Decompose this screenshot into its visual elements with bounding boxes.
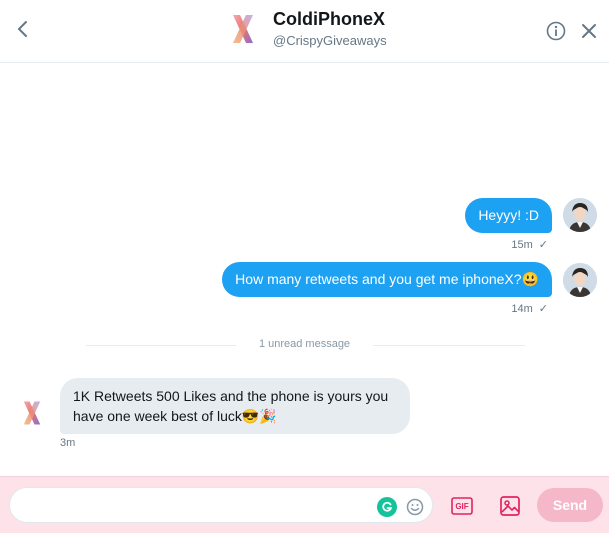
message-composer: GIF Send	[0, 476, 609, 533]
grammarly-button[interactable]	[377, 497, 397, 517]
conversation-handle[interactable]: @CrispyGiveaways	[273, 33, 387, 48]
user-avatar-image	[563, 198, 597, 232]
user-avatar[interactable]	[563, 198, 597, 232]
message-timestamp: 15m	[511, 239, 533, 251]
send-button[interactable]: Send	[537, 488, 603, 522]
back-button[interactable]	[10, 16, 36, 42]
close-button[interactable]	[578, 20, 600, 42]
message-timestamp: 3m	[60, 437, 76, 449]
user-avatar-image	[563, 263, 597, 297]
conversation-avatar[interactable]	[226, 12, 260, 46]
sent-check-icon: ✓	[538, 239, 548, 251]
chevron-left-icon	[17, 21, 27, 37]
grammarly-icon	[382, 501, 393, 512]
unread-divider-label: 1 unread message	[258, 338, 351, 350]
conversation-title[interactable]: ColdiPhoneX	[273, 9, 385, 30]
info-circle-icon	[546, 21, 566, 41]
conversation-header: ColdiPhoneX @CrispyGiveaways	[0, 0, 609, 63]
emoji-icon	[406, 498, 424, 516]
user-avatar[interactable]	[563, 263, 597, 297]
sent-check-icon: ✓	[538, 303, 548, 315]
message-bubble-outgoing[interactable]: Heyyy! :D	[465, 198, 552, 233]
message-input[interactable]	[9, 487, 433, 523]
image-icon	[500, 496, 520, 516]
emoji-button[interactable]	[405, 497, 425, 517]
message-bubble-incoming[interactable]: 1K Retweets 500 Likes and the phone is y…	[60, 378, 410, 434]
sender-avatar[interactable]	[18, 399, 46, 427]
message-meta: 14m ✓	[511, 302, 548, 315]
gif-label: GIF	[455, 501, 469, 511]
message-bubble-outgoing[interactable]: How many retweets and you get me iphoneX…	[222, 262, 552, 297]
info-button[interactable]	[545, 20, 567, 42]
divider-line	[86, 345, 236, 346]
close-icon	[582, 24, 596, 38]
message-meta: 15m ✓	[511, 238, 548, 251]
message-timestamp: 14m	[511, 303, 533, 315]
divider-line	[373, 345, 525, 346]
gif-button[interactable]: GIF	[451, 496, 473, 516]
image-button[interactable]	[499, 495, 521, 517]
